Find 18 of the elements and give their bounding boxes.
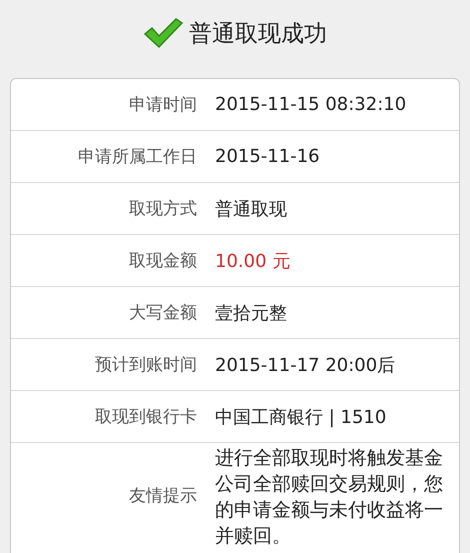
field-value: 2015-11-15 08:32:10 (215, 94, 406, 115)
field-value: 中国工商银行 | 1510 (215, 406, 386, 428)
field-value: 2015-11-17 20:00后 (215, 354, 396, 376)
field-label: 大写金额 (128, 302, 197, 324)
field-label: 取现到银行卡 (94, 406, 197, 428)
field-value: 普通取现 (215, 198, 287, 220)
field-label: 预计到账时间 (94, 354, 197, 376)
checkmark-icon (143, 17, 183, 49)
field-label: 取现方式 (128, 198, 197, 220)
field-label: 申请所属工作日 (77, 146, 197, 168)
field-value: 10.00 元 (215, 250, 290, 272)
field-value: 2015-11-16 (215, 146, 320, 167)
field-value: 壹拾元整 (215, 302, 287, 324)
page-title: 普通取现成功 (189, 20, 327, 48)
field-label: 取现金额 (128, 250, 197, 272)
field-value: 进行全部取现时将触发基金公司全部赎回交易规则，您的申请金额与未付收益将一并赎回。 (215, 446, 444, 549)
field-label: 申请时间 (128, 94, 197, 116)
field-label: 友情提示 (128, 485, 197, 507)
